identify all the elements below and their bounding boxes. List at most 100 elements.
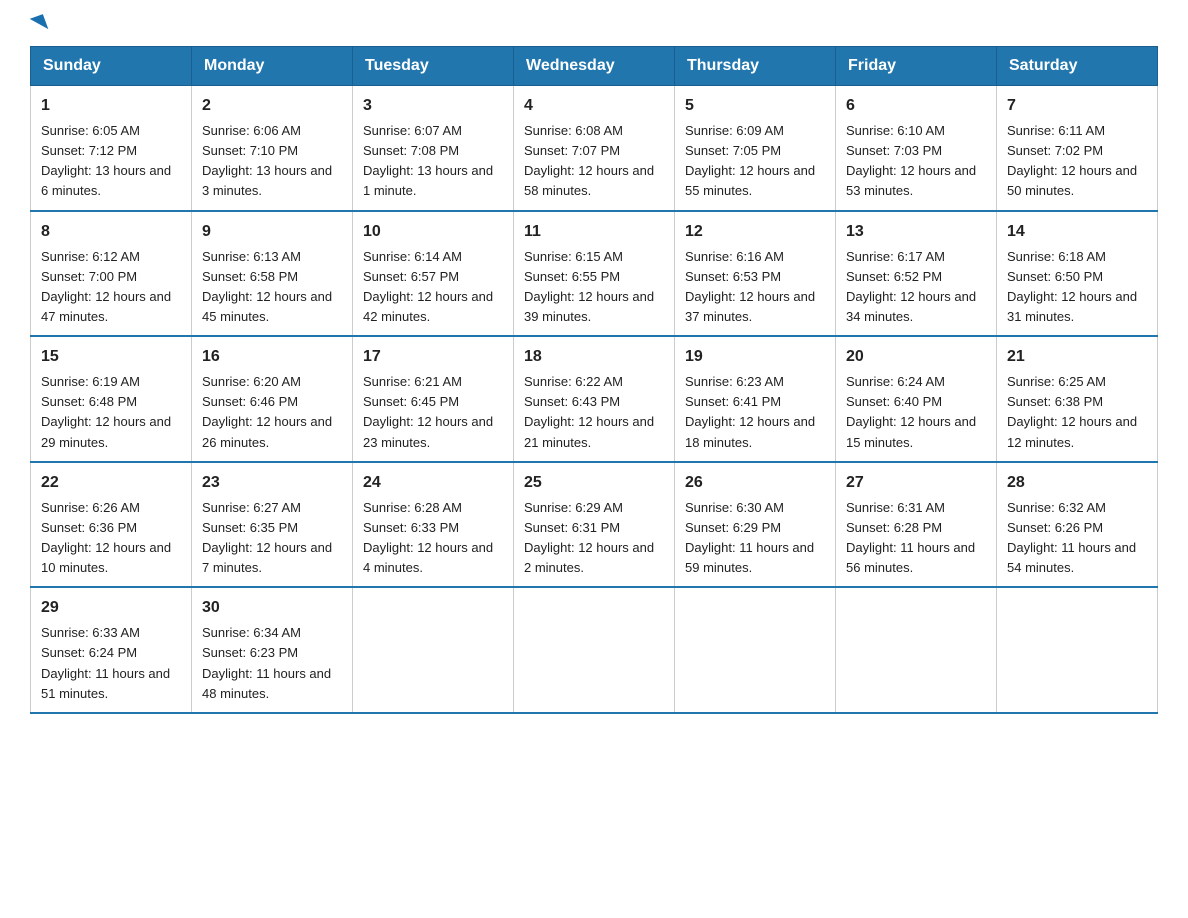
calendar-cell: 23 Sunrise: 6:27 AMSunset: 6:35 PMDayligh…: [192, 462, 353, 588]
page-header: [30, 20, 1158, 36]
calendar-cell: 15 Sunrise: 6:19 AMSunset: 6:48 PMDayligh…: [31, 336, 192, 462]
day-info: Sunrise: 6:15 AMSunset: 6:55 PMDaylight:…: [524, 247, 664, 328]
day-info: Sunrise: 6:13 AMSunset: 6:58 PMDaylight:…: [202, 247, 342, 328]
calendar-cell: 27 Sunrise: 6:31 AMSunset: 6:28 PMDayligh…: [836, 462, 997, 588]
day-info: Sunrise: 6:22 AMSunset: 6:43 PMDaylight:…: [524, 372, 664, 453]
day-number: 30: [202, 596, 342, 620]
day-info: Sunrise: 6:21 AMSunset: 6:45 PMDaylight:…: [363, 372, 503, 453]
logo: [30, 20, 46, 36]
calendar-cell: [997, 587, 1158, 713]
day-number: 14: [1007, 220, 1147, 244]
calendar-week-5: 29 Sunrise: 6:33 AMSunset: 6:24 PMDayligh…: [31, 587, 1158, 713]
day-number: 16: [202, 345, 342, 369]
day-number: 11: [524, 220, 664, 244]
day-number: 10: [363, 220, 503, 244]
calendar-cell: 3 Sunrise: 6:07 AMSunset: 7:08 PMDaylight…: [353, 86, 514, 211]
day-info: Sunrise: 6:23 AMSunset: 6:41 PMDaylight:…: [685, 372, 825, 453]
day-info: Sunrise: 6:27 AMSunset: 6:35 PMDaylight:…: [202, 498, 342, 579]
day-number: 7: [1007, 94, 1147, 118]
day-number: 23: [202, 471, 342, 495]
day-info: Sunrise: 6:11 AMSunset: 7:02 PMDaylight:…: [1007, 121, 1147, 202]
day-number: 29: [41, 596, 181, 620]
calendar-week-4: 22 Sunrise: 6:26 AMSunset: 6:36 PMDayligh…: [31, 462, 1158, 588]
weekday-header-sunday: Sunday: [31, 47, 192, 86]
day-info: Sunrise: 6:31 AMSunset: 6:28 PMDaylight:…: [846, 498, 986, 579]
day-info: Sunrise: 6:20 AMSunset: 6:46 PMDaylight:…: [202, 372, 342, 453]
day-info: Sunrise: 6:17 AMSunset: 6:52 PMDaylight:…: [846, 247, 986, 328]
calendar-cell: 7 Sunrise: 6:11 AMSunset: 7:02 PMDaylight…: [997, 86, 1158, 211]
calendar-cell: 9 Sunrise: 6:13 AMSunset: 6:58 PMDaylight…: [192, 211, 353, 337]
day-info: Sunrise: 6:05 AMSunset: 7:12 PMDaylight:…: [41, 121, 181, 202]
day-info: Sunrise: 6:07 AMSunset: 7:08 PMDaylight:…: [363, 121, 503, 202]
weekday-header-friday: Friday: [836, 47, 997, 86]
calendar-week-3: 15 Sunrise: 6:19 AMSunset: 6:48 PMDayligh…: [31, 336, 1158, 462]
calendar-cell: 20 Sunrise: 6:24 AMSunset: 6:40 PMDayligh…: [836, 336, 997, 462]
day-info: Sunrise: 6:26 AMSunset: 6:36 PMDaylight:…: [41, 498, 181, 579]
calendar-cell: 16 Sunrise: 6:20 AMSunset: 6:46 PMDayligh…: [192, 336, 353, 462]
calendar-cell: 11 Sunrise: 6:15 AMSunset: 6:55 PMDayligh…: [514, 211, 675, 337]
calendar-cell: 8 Sunrise: 6:12 AMSunset: 7:00 PMDaylight…: [31, 211, 192, 337]
calendar-table: SundayMondayTuesdayWednesdayThursdayFrid…: [30, 46, 1158, 714]
day-info: Sunrise: 6:09 AMSunset: 7:05 PMDaylight:…: [685, 121, 825, 202]
weekday-header-tuesday: Tuesday: [353, 47, 514, 86]
calendar-cell: 25 Sunrise: 6:29 AMSunset: 6:31 PMDayligh…: [514, 462, 675, 588]
day-info: Sunrise: 6:29 AMSunset: 6:31 PMDaylight:…: [524, 498, 664, 579]
day-number: 21: [1007, 345, 1147, 369]
day-number: 27: [846, 471, 986, 495]
calendar-cell: [836, 587, 997, 713]
day-number: 5: [685, 94, 825, 118]
weekday-header-monday: Monday: [192, 47, 353, 86]
calendar-cell: 29 Sunrise: 6:33 AMSunset: 6:24 PMDayligh…: [31, 587, 192, 713]
day-number: 4: [524, 94, 664, 118]
day-info: Sunrise: 6:12 AMSunset: 7:00 PMDaylight:…: [41, 247, 181, 328]
day-number: 3: [363, 94, 503, 118]
weekday-header-wednesday: Wednesday: [514, 47, 675, 86]
day-number: 20: [846, 345, 986, 369]
day-info: Sunrise: 6:16 AMSunset: 6:53 PMDaylight:…: [685, 247, 825, 328]
calendar-cell: 5 Sunrise: 6:09 AMSunset: 7:05 PMDaylight…: [675, 86, 836, 211]
day-number: 18: [524, 345, 664, 369]
calendar-header: SundayMondayTuesdayWednesdayThursdayFrid…: [31, 47, 1158, 86]
weekday-header-row: SundayMondayTuesdayWednesdayThursdayFrid…: [31, 47, 1158, 86]
calendar-cell: 26Sunrise: 6:30 AMSunset: 6:29 PMDayligh…: [675, 462, 836, 588]
calendar-cell: 28Sunrise: 6:32 AMSunset: 6:26 PMDayligh…: [997, 462, 1158, 588]
calendar-cell: 30 Sunrise: 6:34 AMSunset: 6:23 PMDayligh…: [192, 587, 353, 713]
weekday-header-thursday: Thursday: [675, 47, 836, 86]
day-number: 25: [524, 471, 664, 495]
calendar-cell: 17 Sunrise: 6:21 AMSunset: 6:45 PMDayligh…: [353, 336, 514, 462]
day-info: Sunrise: 6:24 AMSunset: 6:40 PMDaylight:…: [846, 372, 986, 453]
calendar-cell: 24Sunrise: 6:28 AMSunset: 6:33 PMDayligh…: [353, 462, 514, 588]
day-info: Sunrise: 6:28 AMSunset: 6:33 PMDaylight:…: [363, 498, 503, 579]
day-number: 12: [685, 220, 825, 244]
calendar-cell: 13 Sunrise: 6:17 AMSunset: 6:52 PMDayligh…: [836, 211, 997, 337]
day-number: 17: [363, 345, 503, 369]
day-number: 8: [41, 220, 181, 244]
calendar-week-1: 1 Sunrise: 6:05 AMSunset: 7:12 PMDaylight…: [31, 86, 1158, 211]
calendar-cell: 1 Sunrise: 6:05 AMSunset: 7:12 PMDaylight…: [31, 86, 192, 211]
weekday-header-saturday: Saturday: [997, 47, 1158, 86]
calendar-cell: 10Sunrise: 6:14 AMSunset: 6:57 PMDayligh…: [353, 211, 514, 337]
day-info: Sunrise: 6:18 AMSunset: 6:50 PMDaylight:…: [1007, 247, 1147, 328]
day-number: 6: [846, 94, 986, 118]
day-number: 9: [202, 220, 342, 244]
day-info: Sunrise: 6:19 AMSunset: 6:48 PMDaylight:…: [41, 372, 181, 453]
day-info: Sunrise: 6:06 AMSunset: 7:10 PMDaylight:…: [202, 121, 342, 202]
logo-arrow-icon: [30, 14, 49, 34]
day-number: 1: [41, 94, 181, 118]
day-info: Sunrise: 6:33 AMSunset: 6:24 PMDaylight:…: [41, 623, 181, 704]
calendar-cell: [353, 587, 514, 713]
day-info: Sunrise: 6:34 AMSunset: 6:23 PMDaylight:…: [202, 623, 342, 704]
day-number: 22: [41, 471, 181, 495]
calendar-cell: 14 Sunrise: 6:18 AMSunset: 6:50 PMDayligh…: [997, 211, 1158, 337]
day-info: Sunrise: 6:30 AMSunset: 6:29 PMDaylight:…: [685, 498, 825, 579]
calendar-cell: [675, 587, 836, 713]
day-info: Sunrise: 6:10 AMSunset: 7:03 PMDaylight:…: [846, 121, 986, 202]
calendar-week-2: 8 Sunrise: 6:12 AMSunset: 7:00 PMDaylight…: [31, 211, 1158, 337]
calendar-cell: 2Sunrise: 6:06 AMSunset: 7:10 PMDaylight…: [192, 86, 353, 211]
day-number: 15: [41, 345, 181, 369]
day-info: Sunrise: 6:25 AMSunset: 6:38 PMDaylight:…: [1007, 372, 1147, 453]
day-number: 13: [846, 220, 986, 244]
calendar-body: 1 Sunrise: 6:05 AMSunset: 7:12 PMDaylight…: [31, 86, 1158, 713]
day-number: 28: [1007, 471, 1147, 495]
calendar-cell: 22 Sunrise: 6:26 AMSunset: 6:36 PMDayligh…: [31, 462, 192, 588]
